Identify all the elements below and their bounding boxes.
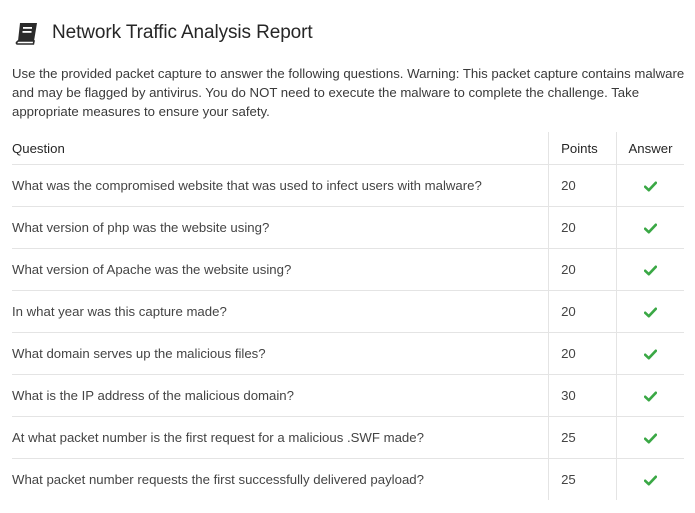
questions-table: Question Points Answer What was the comp… (12, 132, 684, 500)
check-icon (644, 223, 658, 234)
check-icon (644, 433, 658, 444)
answer-status (616, 332, 684, 375)
question-text[interactable]: What was the compromised website that wa… (12, 164, 549, 207)
table-header-row: Question Points Answer (12, 132, 684, 165)
question-text[interactable]: What version of php was the website usin… (12, 206, 549, 249)
answer-status (616, 290, 684, 333)
check-icon (644, 349, 658, 360)
check-icon (644, 307, 658, 318)
question-text[interactable]: In what year was this capture made? (12, 290, 549, 333)
answer-status (616, 458, 684, 500)
table-row[interactable]: What version of Apache was the website u… (12, 248, 684, 291)
table-row[interactable]: What domain serves up the malicious file… (12, 332, 684, 375)
answer-status (616, 248, 684, 291)
points-value: 20 (548, 332, 617, 375)
points-value: 20 (548, 290, 617, 333)
page-title: Network Traffic Analysis Report (52, 22, 313, 43)
answer-status (616, 416, 684, 459)
table-row[interactable]: What version of php was the website usin… (12, 206, 684, 249)
book-icon (15, 23, 37, 45)
question-text[interactable]: What domain serves up the malicious file… (12, 332, 549, 375)
column-header-answer: Answer (616, 132, 684, 165)
points-value: 20 (548, 206, 617, 249)
check-icon (644, 475, 658, 486)
column-header-question: Question (12, 132, 549, 165)
points-value: 25 (548, 458, 617, 500)
check-icon (644, 181, 658, 192)
points-value: 30 (548, 374, 617, 417)
table-row[interactable]: What is the IP address of the malicious … (12, 374, 684, 417)
report-header: Network Traffic Analysis Report (14, 20, 313, 46)
table-row[interactable]: At what packet number is the first reque… (12, 416, 684, 459)
answer-status (616, 206, 684, 249)
answer-status (616, 164, 684, 207)
points-value: 20 (548, 248, 617, 291)
question-text[interactable]: What packet number requests the first su… (12, 459, 549, 501)
challenge-description: Use the provided packet capture to answe… (12, 66, 685, 119)
check-icon (644, 391, 658, 402)
points-value: 20 (548, 164, 617, 207)
table-row[interactable]: What was the compromised website that wa… (12, 164, 684, 207)
question-text[interactable]: What is the IP address of the malicious … (12, 374, 549, 417)
check-icon (644, 265, 658, 276)
answer-status (616, 374, 684, 417)
table-row[interactable]: In what year was this capture made? 20 (12, 290, 684, 333)
question-text[interactable]: What version of Apache was the website u… (12, 248, 549, 291)
question-text[interactable]: At what packet number is the first reque… (12, 416, 549, 459)
points-value: 25 (548, 416, 617, 459)
table-row[interactable]: What packet number requests the first su… (12, 458, 684, 501)
column-header-points: Points (548, 132, 617, 165)
